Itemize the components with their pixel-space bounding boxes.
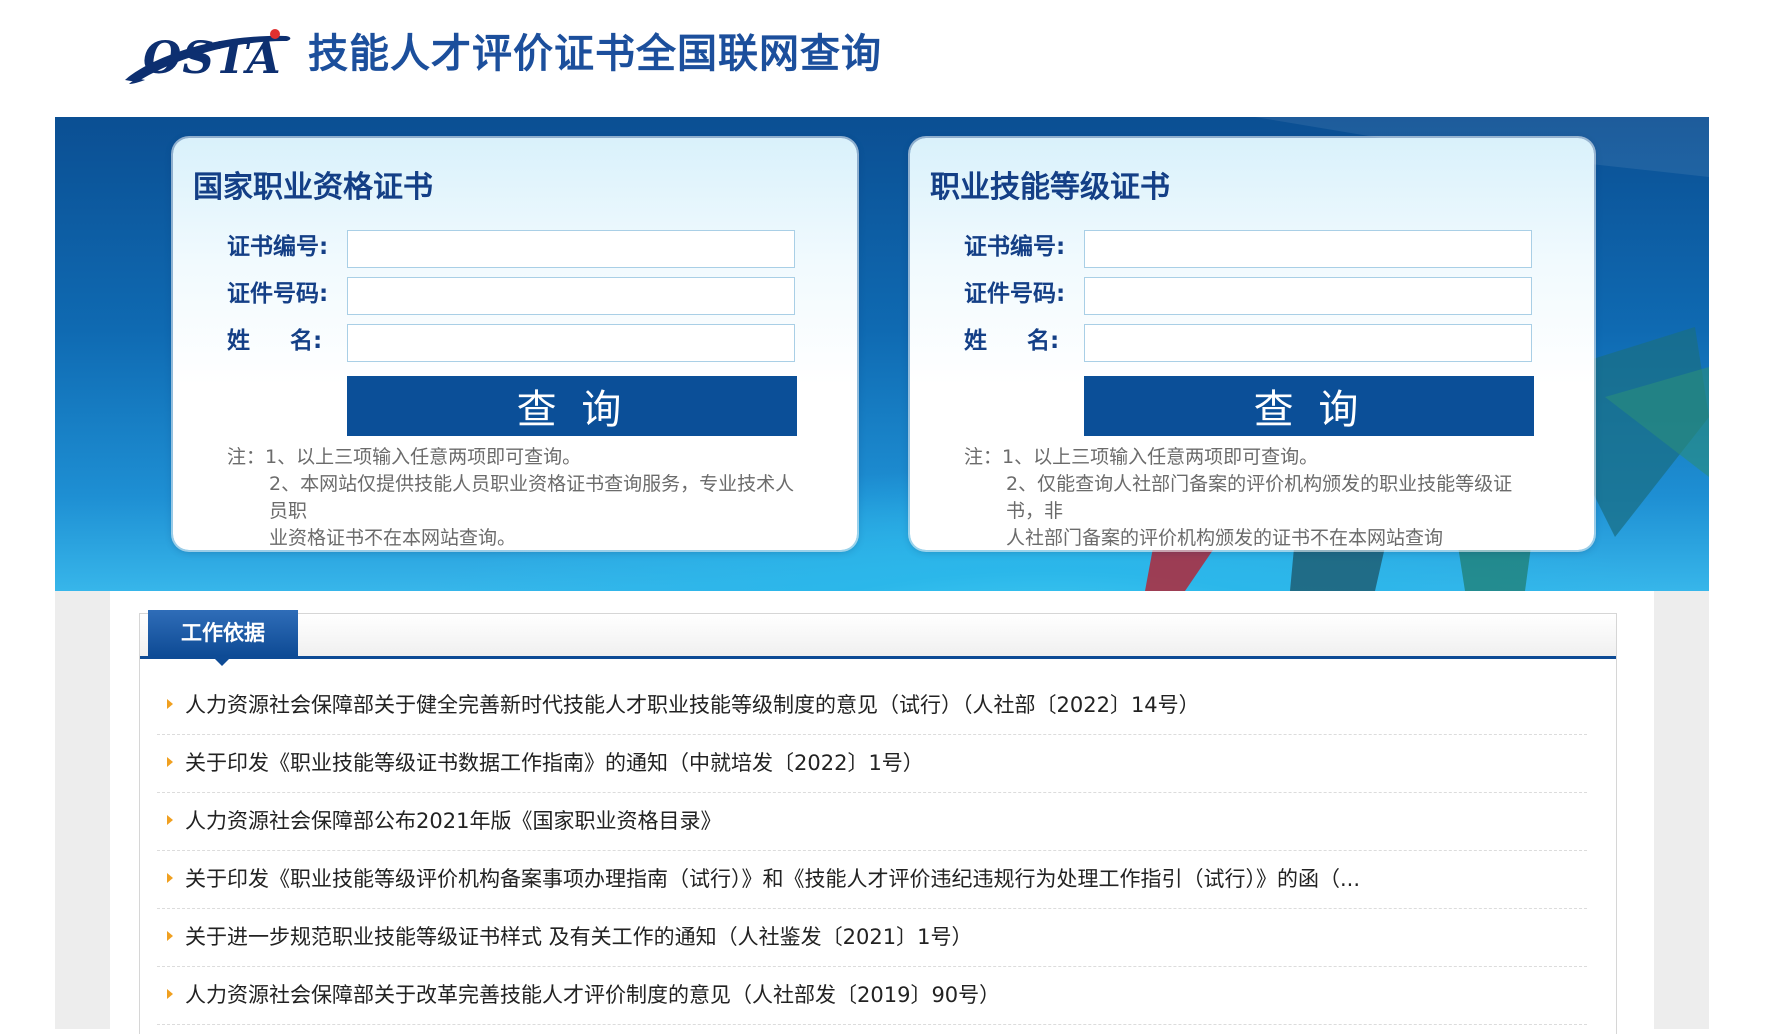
label-id-number: 证件号码:	[227, 281, 329, 307]
note-line: 人社部门备案的评价机构颁发的证书不在本网站查询	[1006, 527, 1444, 549]
query-notes: 注：1、以上三项输入任意两项即可查询。 2、本网站仅提供技能人员职业资格证书查询…	[227, 444, 797, 550]
name-input[interactable]	[1084, 324, 1532, 362]
list-item: 人力资源社会保障部关于改革完善技能人才评价制度的意见（人社部发〔2019〕90号…	[157, 967, 1587, 1025]
panel-national-qualification: 国家职业资格证书 证书编号: 证件号码: 姓 名: 查 询 注：1、以上三项输入…	[173, 138, 857, 550]
work-basis-tabbar: 工作依据	[140, 610, 1616, 666]
label-name: 姓 名:	[227, 328, 323, 354]
site-title: 技能人才评价证书全国联网查询	[308, 31, 882, 77]
doc-link[interactable]: 关于印发《职业技能等级评价机构备案事项办理指南（试行）》和《技能人才评价违纪违规…	[185, 864, 1360, 894]
list-item: 关于印发《职业技能等级评价机构备案事项办理指南（试行）》和《技能人才评价违纪违规…	[157, 851, 1587, 909]
list-item: 关于进一步规范职业技能等级证书样式 及有关工作的通知（人社鉴发〔2021〕1号）	[157, 909, 1587, 967]
query-notes: 注：1、以上三项输入任意两项即可查询。 2、仅能查询人社部门备案的评价机构颁发的…	[964, 444, 1534, 550]
query-button[interactable]: 查 询	[1084, 376, 1534, 436]
note-line: 注：1、以上三项输入任意两项即可查询。	[227, 446, 582, 468]
doc-link[interactable]: 关于进一步规范职业技能等级证书样式 及有关工作的通知（人社鉴发〔2021〕1号）	[185, 922, 972, 952]
list-item: 关于印发《职业技能等级证书数据工作指南》的通知（中就培发〔2022〕1号）	[157, 735, 1587, 793]
doc-link[interactable]: 人力资源社会保障部关于健全完善新时代技能人才职业技能等级制度的意见（试行）（人社…	[185, 690, 1200, 720]
doc-link[interactable]: 关于印发《职业技能等级证书数据工作指南》的通知（中就培发〔2022〕1号）	[185, 748, 924, 778]
list-item: 人力资源社会保障部关于健全完善新时代技能人才职业技能等级制度的意见（试行）（人社…	[157, 677, 1587, 735]
bullet-icon	[167, 989, 173, 999]
osta-logo: OSTA	[115, 22, 295, 92]
tab-arrow-icon	[215, 659, 229, 666]
bullet-icon	[167, 873, 173, 883]
doc-link[interactable]: 人力资源社会保障部关于改革完善技能人才评价制度的意见（人社部发〔2019〕90号…	[185, 980, 1000, 1010]
name-input[interactable]	[347, 324, 795, 362]
label-name: 姓 名:	[964, 328, 1060, 354]
query-button[interactable]: 查 询	[347, 376, 797, 436]
tab-work-basis[interactable]: 工作依据	[148, 610, 298, 656]
label-id-number: 证件号码:	[964, 281, 1066, 307]
note-line: 业资格证书不在本网站查询。	[269, 527, 517, 549]
certificate-number-input[interactable]	[1084, 230, 1532, 268]
logo-text: OSTA	[143, 33, 282, 84]
note-line: 2、仅能查询人社部门备案的评价机构颁发的职业技能等级证书，非	[1006, 473, 1513, 522]
bullet-icon	[167, 815, 173, 825]
label-certificate-number: 证书编号:	[227, 234, 329, 260]
panel-skill-level: 职业技能等级证书 证书编号: 证件号码: 姓 名: 查 询 注：1、以上三项输入…	[910, 138, 1594, 550]
id-number-input[interactable]	[347, 277, 795, 315]
id-number-input[interactable]	[1084, 277, 1532, 315]
note-line: 注：1、以上三项输入任意两项即可查询。	[964, 446, 1319, 468]
bullet-icon	[167, 757, 173, 767]
work-basis-list: 人力资源社会保障部关于健全完善新时代技能人才职业技能等级制度的意见（试行）（人社…	[157, 677, 1587, 1025]
note-line: 2、本网站仅提供技能人员职业资格证书查询服务，专业技术人员职	[269, 473, 795, 522]
certificate-number-input[interactable]	[347, 230, 795, 268]
doc-link[interactable]: 人力资源社会保障部公布2021年版《国家职业资格目录》	[185, 806, 721, 836]
panel-title: 职业技能等级证书	[930, 170, 1170, 205]
list-item: 人力资源社会保障部公布2021年版《国家职业资格目录》	[157, 793, 1587, 851]
page-header: OSTA 技能人才评价证书全国联网查询	[0, 0, 1788, 117]
label-certificate-number: 证书编号:	[964, 234, 1066, 260]
bullet-icon	[167, 699, 173, 709]
panel-title: 国家职业资格证书	[193, 170, 433, 205]
work-basis-section: 工作依据 人力资源社会保障部关于健全完善新时代技能人才职业技能等级制度的意见（试…	[139, 610, 1617, 1034]
bullet-icon	[167, 931, 173, 941]
